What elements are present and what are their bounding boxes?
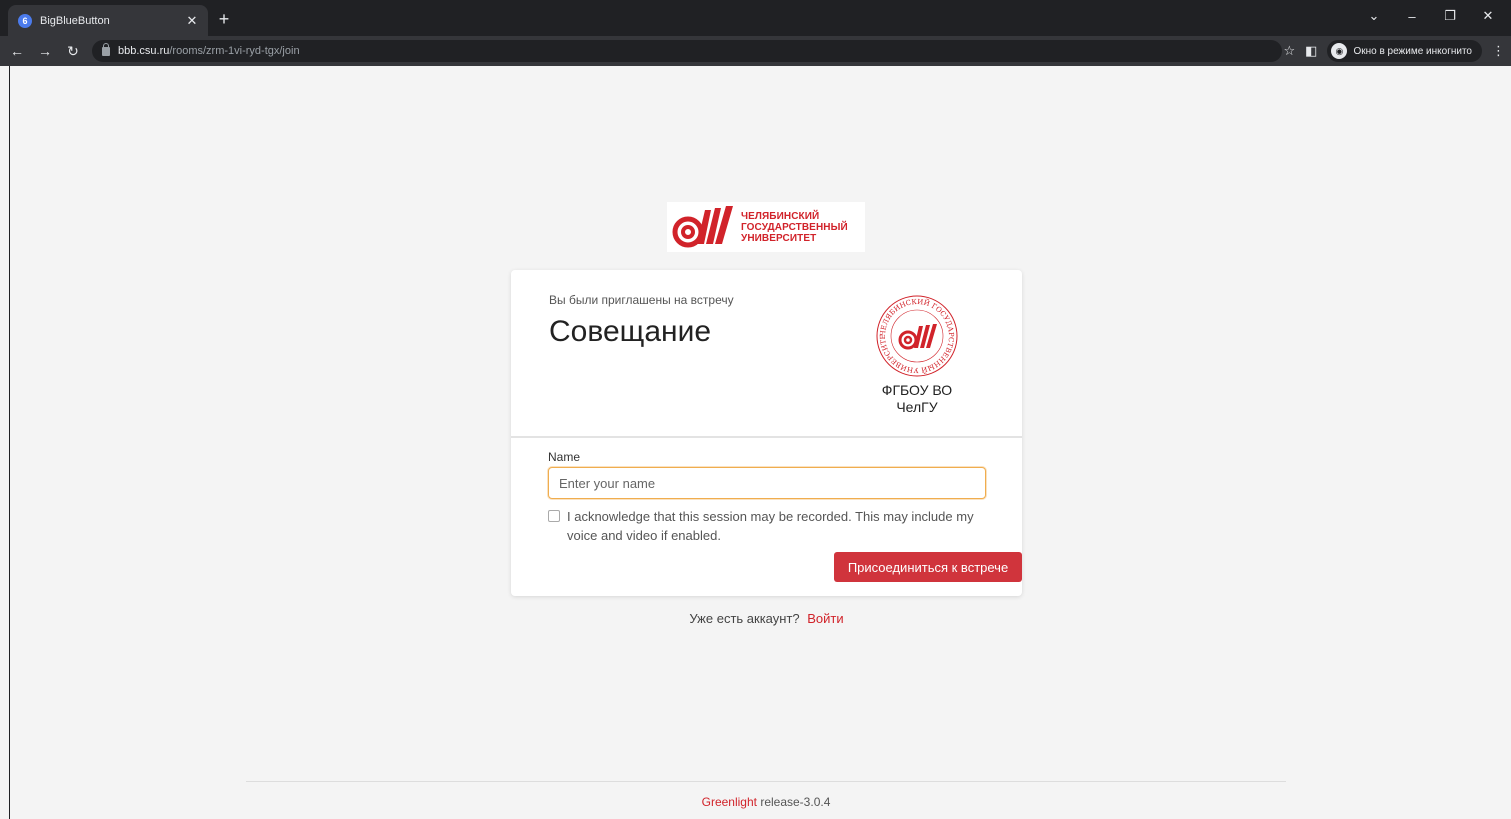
side-panel-icon[interactable]: ◧ [1305, 43, 1317, 59]
invited-text: Вы были приглашены на встречу [549, 293, 734, 307]
name-label: Name [548, 450, 581, 464]
incognito-indicator[interactable]: ◉ Окно в режиме инкогнито [1327, 40, 1482, 62]
url-path: /rooms/zrm-1vi-ryd-tgx/join [169, 45, 300, 57]
greenlight-link[interactable]: Greenlight [702, 795, 761, 809]
address-bar[interactable]: bbb.csu.ru /rooms/zrm-1vi-ryd-tgx/join [92, 40, 1282, 62]
incognito-icon: ◉ [1331, 43, 1348, 59]
browser-menu-icon[interactable]: ⋮ [1492, 43, 1505, 59]
close-window-icon[interactable]: ✕ [1471, 4, 1505, 28]
join-meeting-button[interactable]: Присоединиться к встрече [834, 552, 1022, 582]
university-seal-icon: ЧЕЛЯБИНСКИЙ ГОСУДАРСТВЕННЫЙ УНИВЕРСИТЕТ [875, 294, 958, 377]
university-logo-text: ЧЕЛЯБИНСКИЙ ГОСУДАРСТВЕННЫЙ УНИВЕРСИТЕТ [741, 211, 848, 244]
minimize-icon[interactable]: – [1395, 4, 1429, 28]
org-line-1: ФГБОУ ВО [881, 382, 953, 398]
window-controls: ⌄ – ❐ ✕ [1357, 4, 1505, 28]
page-viewport: ЧЕЛЯБИНСКИЙ ГОСУДАРСТВЕННЫЙ УНИВЕРСИТЕТ … [9, 66, 1511, 819]
university-logo: ЧЕЛЯБИНСКИЙ ГОСУДАРСТВЕННЫЙ УНИВЕРСИТЕТ [667, 202, 865, 252]
acknowledge-checkbox[interactable] [548, 510, 560, 522]
restore-icon[interactable]: ❐ [1433, 4, 1467, 28]
reload-icon[interactable]: ↻ [62, 40, 84, 62]
logo-line-1: ЧЕЛЯБИНСКИЙ [741, 210, 820, 222]
footer-version: release-3.0.4 [760, 795, 831, 809]
join-form: Name I acknowledge that this session may… [548, 450, 1022, 582]
url-host: bbb.csu.ru [118, 45, 170, 57]
meeting-title: Совещание [549, 315, 712, 348]
browser-toolbar: ← → ↻ bbb.csu.ru /rooms/zrm-1vi-ryd-tgx/… [0, 36, 1511, 66]
tab-close-icon[interactable]: ✕ [184, 13, 200, 29]
signin-link[interactable]: Войти [807, 611, 843, 626]
browser-tab[interactable]: 6 BigBlueButton ✕ [8, 5, 208, 36]
signin-prompt: Уже есть аккаунт? Войти [511, 611, 1022, 626]
name-input[interactable] [548, 467, 986, 499]
acknowledge-text: I acknowledge that this session may be r… [567, 509, 974, 543]
back-icon[interactable]: ← [6, 40, 28, 62]
recording-acknowledgement: I acknowledge that this session may be r… [548, 507, 986, 545]
university-logo-mark-icon [672, 206, 733, 248]
forward-icon[interactable]: → [34, 40, 56, 62]
room-info: Вы были приглашены на встречу Совещание … [511, 270, 1022, 438]
incognito-label: Окно в режиме инкогнито [1353, 45, 1472, 57]
browser-tab-bar: 6 BigBlueButton ✕ + ⌄ – ❐ ✕ [0, 0, 1511, 36]
tab-search-icon[interactable]: ⌄ [1357, 4, 1391, 28]
logo-line-3: УНИВЕРСИТЕТ [741, 232, 817, 244]
lock-icon [102, 42, 110, 56]
org-line-2: ЧелГУ [896, 399, 938, 415]
organization-name: ФГБОУ ВО ЧелГУ [861, 382, 973, 416]
tab-title: BigBlueButton [40, 14, 110, 27]
footer-divider [246, 781, 1286, 782]
toolbar-actions: ☆ ◧ ◉ Окно в режиме инкогнито ⋮ [1283, 40, 1505, 62]
bookmark-star-icon[interactable]: ☆ [1283, 43, 1295, 59]
new-tab-icon[interactable]: + [214, 9, 234, 29]
footer: Greenlight release-3.0.4 [246, 795, 1286, 809]
signin-prompt-text: Уже есть аккаунт? [689, 611, 804, 626]
join-card: Вы были приглашены на встречу Совещание … [511, 270, 1022, 596]
tab-favicon-icon: 6 [18, 13, 32, 28]
logo-line-2: ГОСУДАРСТВЕННЫЙ [741, 221, 848, 233]
